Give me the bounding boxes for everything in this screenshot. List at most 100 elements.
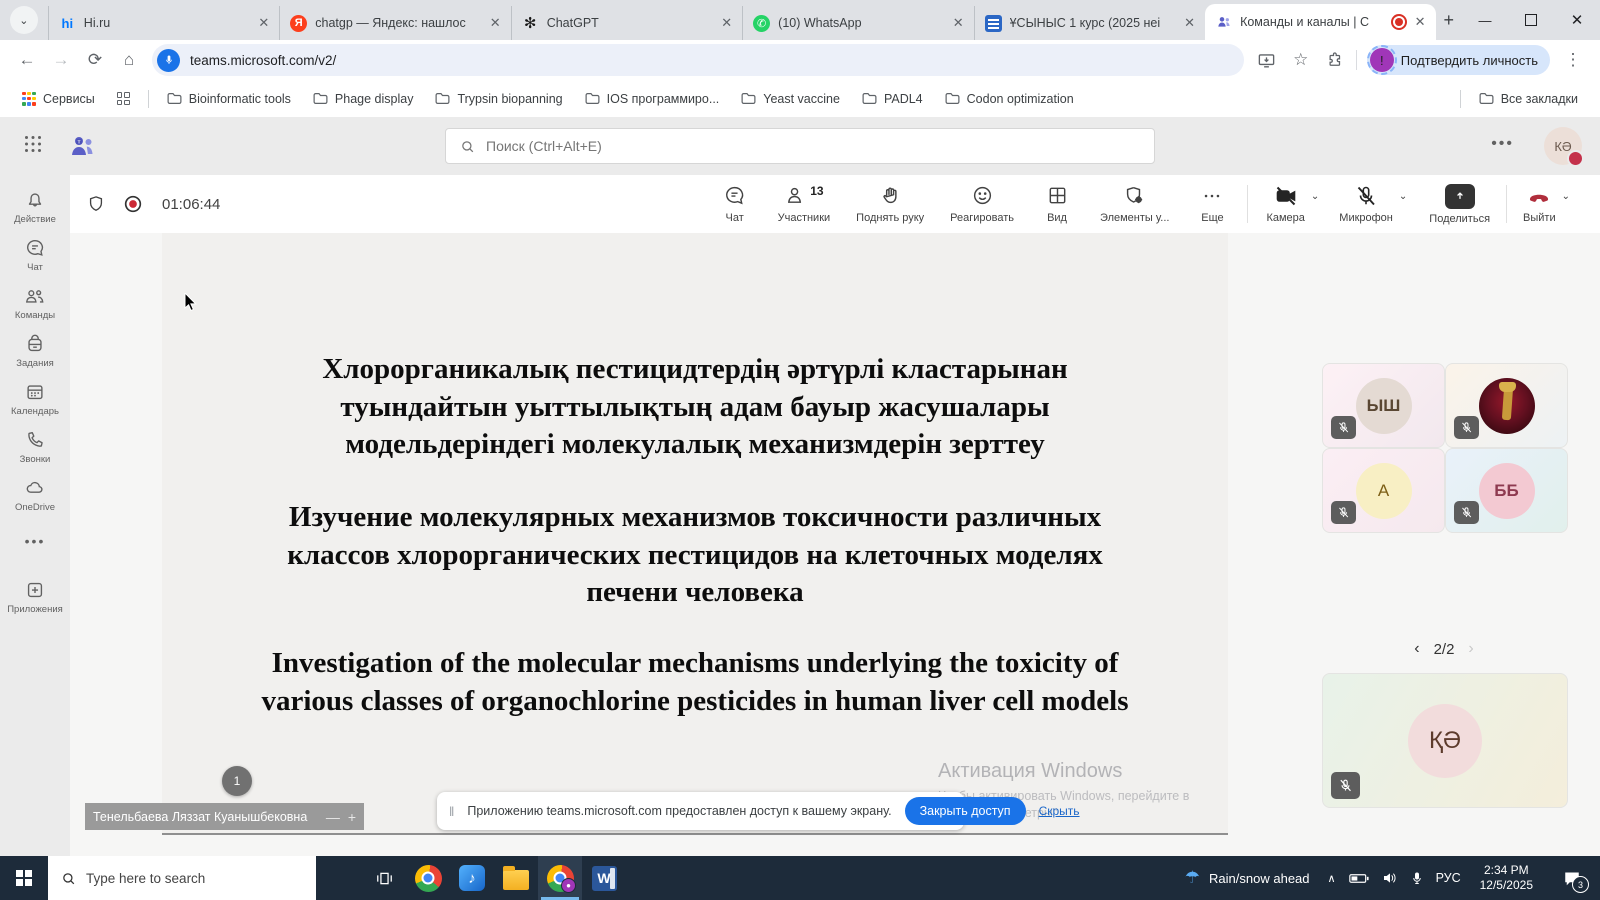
tab-teams-active[interactable]: Команды и каналы | С ✕ — [1205, 4, 1435, 40]
tab-document[interactable]: ҰСЫНЫС 1 курс (2025 неі ✕ — [974, 6, 1205, 40]
chrome-taskbar-icon[interactable] — [406, 856, 450, 900]
window-minimize-button[interactable]: — — [1462, 13, 1508, 28]
mic-chevron-icon[interactable]: ⌄ — [1399, 191, 1407, 202]
bookmark-folder[interactable]: IOS программиро... — [577, 88, 728, 110]
tray-expand-icon[interactable]: ∧ — [1328, 872, 1336, 885]
stop-share-button[interactable]: Закрыть доступ — [905, 797, 1026, 825]
clock-time: 2:34 PM — [1484, 863, 1529, 877]
react-tool-button[interactable]: Реагировать — [950, 184, 1014, 224]
share-control[interactable]: Поделиться — [1429, 184, 1490, 225]
bookmark-services[interactable]: Сервисы — [14, 88, 103, 110]
save-screen-icon[interactable] — [1250, 43, 1284, 77]
hide-banner-link[interactable]: Скрыть — [1039, 804, 1080, 818]
task-view-button[interactable] — [362, 856, 406, 900]
meeting-shield-icon[interactable] — [86, 194, 106, 214]
sidebar-label: OneDrive — [15, 502, 55, 513]
teams-more-icon[interactable]: ••• — [1491, 135, 1514, 153]
sidebar-item-calls[interactable]: Звонки — [0, 429, 70, 465]
tray-mic-icon[interactable] — [1411, 871, 1423, 886]
file-explorer-icon[interactable] — [494, 856, 538, 900]
url-bar[interactable]: teams.microsoft.com/v2/ — [152, 44, 1244, 76]
sidebar-item-calendar[interactable]: Календарь — [0, 381, 70, 417]
site-mic-permission-icon[interactable] — [157, 49, 180, 72]
window-close-button[interactable]: ✕ — [1554, 11, 1600, 29]
participant-initials: А — [1356, 463, 1412, 519]
sidebar-item-activity[interactable]: Действие — [0, 189, 70, 225]
pager-next-icon[interactable]: › — [1468, 640, 1473, 658]
taskbar-search-input[interactable]: Type here to search — [48, 856, 316, 900]
raise-hand-tool-button[interactable]: Поднять руку — [856, 184, 924, 224]
reload-icon[interactable]: ⟳ — [78, 43, 112, 77]
media-app-icon[interactable]: ♪ — [450, 856, 494, 900]
bookmark-apps-icon[interactable] — [109, 88, 138, 109]
hiru-favicon: hi — [59, 15, 76, 32]
teams-search-input[interactable]: Поиск (Ctrl+Alt+E) — [445, 128, 1155, 164]
teams-profile-avatar[interactable]: КӘ — [1544, 127, 1582, 165]
tab-chatgpt[interactable]: ✻ ChatGPT ✕ — [511, 6, 742, 40]
pager-prev-icon[interactable]: ‹ — [1414, 640, 1419, 658]
chat-tool-button[interactable]: Чат — [718, 184, 752, 224]
participant-main-tile[interactable]: ҚӘ — [1322, 673, 1568, 808]
forward-icon[interactable]: → — [44, 43, 78, 77]
all-bookmarks-button[interactable]: Все закладки — [1471, 88, 1586, 110]
chrome-profile-chip[interactable]: ! Подтвердить личность — [1367, 45, 1550, 75]
banner-drag-handle[interactable]: ‖ — [449, 804, 454, 819]
tab-close-icon[interactable]: ✕ — [1184, 15, 1195, 31]
bookmark-folder[interactable]: PADL4 — [854, 88, 931, 110]
meeting-apps-tool-button[interactable]: Элементы у... — [1100, 184, 1169, 224]
camera-chevron-icon[interactable]: ⌄ — [1311, 191, 1319, 202]
waffle-menu-icon[interactable] — [24, 135, 42, 153]
tab-hiru[interactable]: hi Hi.ru ✕ — [48, 6, 279, 40]
back-icon[interactable]: ← — [10, 43, 44, 77]
tab-close-icon[interactable]: ✕ — [721, 15, 732, 31]
bookmark-folder[interactable]: Codon optimization — [937, 88, 1082, 110]
volume-icon[interactable] — [1382, 871, 1398, 885]
bookmark-folder[interactable]: Trypsin biopanning — [427, 88, 570, 110]
taskbar-weather[interactable]: ☂ Rain/snow ahead — [1175, 868, 1320, 888]
bookmark-star-icon[interactable]: ☆ — [1284, 43, 1318, 77]
home-icon[interactable]: ⌂ — [112, 43, 146, 77]
sidebar-item-assignments[interactable]: Задания — [0, 333, 70, 369]
participant-tile[interactable]: А — [1322, 448, 1445, 533]
browser-menu-icon[interactable]: ⋮ — [1556, 43, 1590, 77]
new-tab-button[interactable]: + — [1444, 10, 1455, 31]
window-maximize-button[interactable] — [1508, 14, 1554, 26]
zoom-in-button[interactable]: + — [348, 809, 356, 825]
leave-control[interactable]: Выйти ⌄ — [1523, 184, 1570, 224]
tab-close-icon[interactable]: ✕ — [490, 15, 501, 31]
more-tool-button[interactable]: Еще — [1195, 184, 1229, 224]
sidebar-item-teams[interactable]: Команды — [0, 285, 70, 321]
taskbar-clock[interactable]: 2:34 PM 12/5/2025 — [1474, 863, 1539, 893]
sidebar-item-chat[interactable]: Чат — [0, 237, 70, 273]
participant-tile[interactable] — [1445, 363, 1568, 448]
tab-close-icon[interactable]: ✕ — [1415, 14, 1426, 30]
bookmark-folder[interactable]: Bioinformatic tools — [159, 88, 299, 110]
mic-muted-icon — [1331, 772, 1360, 799]
tab-close-icon[interactable]: ✕ — [953, 15, 964, 31]
action-center-icon[interactable]: 3 — [1552, 856, 1592, 900]
language-indicator[interactable]: РУС — [1436, 871, 1461, 885]
extensions-icon[interactable] — [1318, 43, 1352, 77]
zoom-out-button[interactable]: — — [326, 809, 340, 825]
participants-tool-button[interactable]: 13 Участники — [778, 184, 831, 224]
tab-whatsapp[interactable]: ✆ (10) WhatsApp ✕ — [742, 6, 973, 40]
leave-chevron-icon[interactable]: ⌄ — [1562, 191, 1570, 202]
bookmark-folder[interactable]: Yeast vaccine — [733, 88, 848, 110]
camera-control[interactable]: Камера ⌄ — [1266, 184, 1319, 224]
start-button[interactable] — [0, 856, 48, 900]
sidebar-item-apps[interactable]: Приложения — [0, 579, 70, 615]
participant-tile[interactable]: ББ — [1445, 448, 1568, 533]
word-taskbar-icon[interactable]: W — [582, 856, 626, 900]
sidebar-more-icon[interactable]: ••• — [25, 533, 46, 549]
bookmark-folder[interactable]: Phage display — [305, 88, 422, 110]
tab-close-icon[interactable]: ✕ — [258, 15, 269, 31]
tab-yandex[interactable]: Я chatgp — Яндекс: нашлос ✕ — [279, 6, 510, 40]
participant-tile[interactable]: ЫШ — [1322, 363, 1445, 448]
mic-control[interactable]: Микрофон ⌄ — [1339, 184, 1407, 224]
tab-search-chevron-icon[interactable]: ⌄ — [10, 6, 38, 34]
presenter-bar: Тенельбаева Ляззат Куанышбековна — + — [85, 803, 364, 830]
view-tool-button[interactable]: Вид — [1040, 184, 1074, 224]
battery-icon[interactable] — [1349, 873, 1369, 884]
chrome-profile-taskbar-icon[interactable]: ● — [538, 856, 582, 900]
sidebar-item-onedrive[interactable]: OneDrive — [0, 477, 70, 513]
